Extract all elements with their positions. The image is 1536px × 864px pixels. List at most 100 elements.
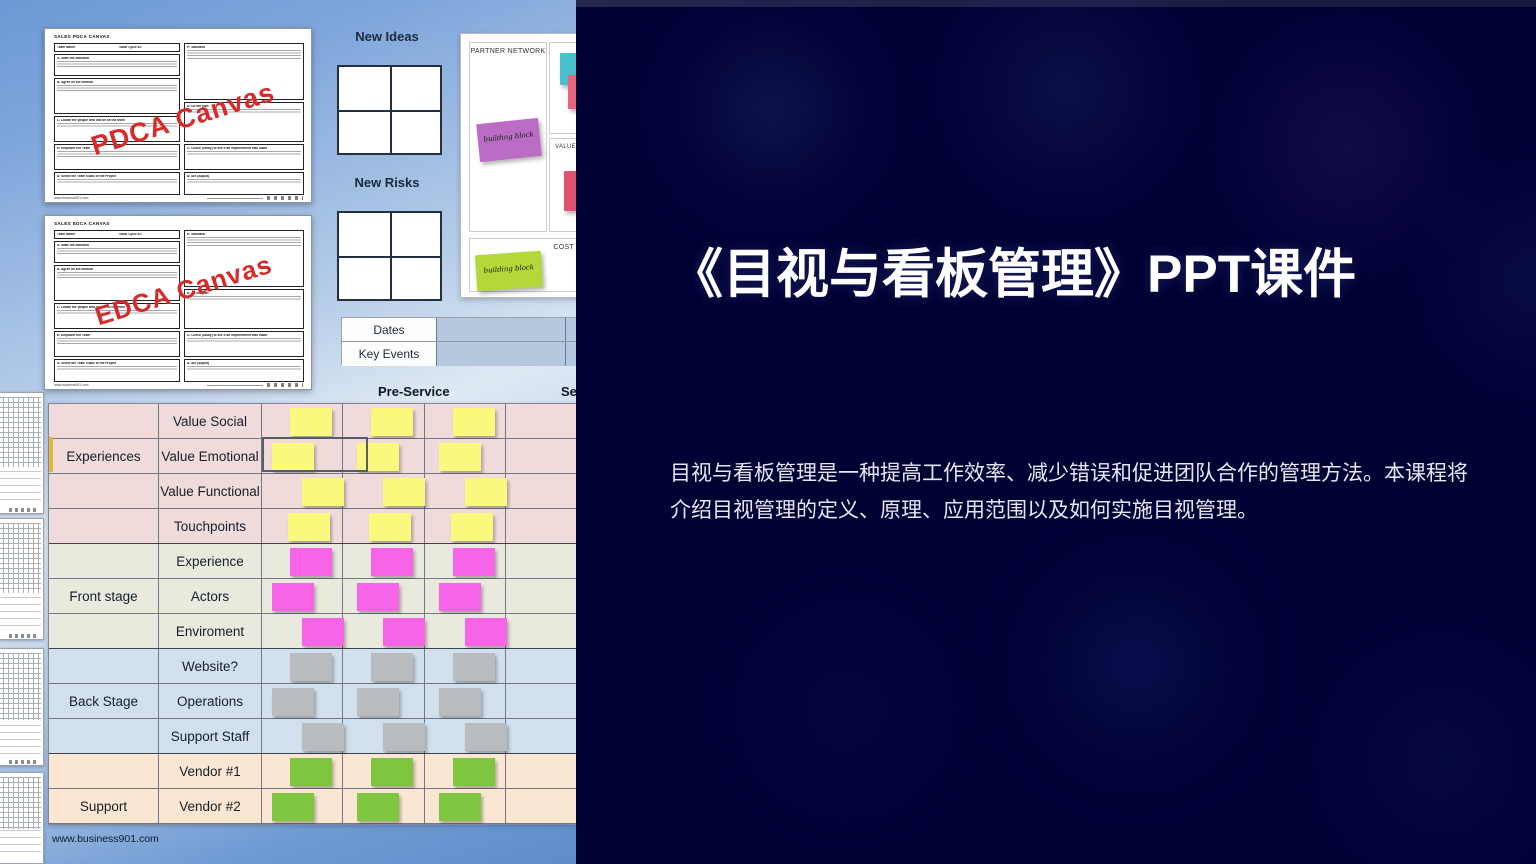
table-row[interactable]: Enviroment — [49, 614, 576, 649]
table-row[interactable]: Back Stage Operations — [49, 684, 576, 719]
sticky-note[interactable] — [371, 653, 414, 681]
sticky-note[interactable] — [452, 548, 495, 576]
sticky-note[interactable] — [452, 408, 495, 436]
sticky-note[interactable] — [371, 408, 414, 436]
sticky-note[interactable] — [302, 618, 344, 646]
blueprint-cell[interactable] — [262, 719, 344, 753]
sticky-note[interactable] — [464, 478, 507, 506]
table-row[interactable]: Experience — [49, 544, 576, 579]
blueprint-cell[interactable] — [506, 824, 576, 825]
sticky-note[interactable] — [290, 408, 332, 436]
blueprint-cell[interactable] — [425, 649, 506, 683]
blueprint-cell[interactable] — [425, 614, 507, 648]
sticky-note[interactable] — [452, 653, 495, 681]
blueprint-cell[interactable] — [506, 544, 576, 578]
sticky-note[interactable] — [383, 723, 426, 751]
blueprint-cell[interactable] — [425, 719, 507, 753]
blueprint-cell[interactable] — [343, 474, 426, 508]
blueprint-cell[interactable] — [506, 474, 576, 508]
blueprint-cell[interactable] — [506, 404, 576, 438]
blueprint-cell[interactable] — [506, 649, 576, 683]
blueprint-cell[interactable] — [506, 684, 576, 718]
blueprint-cell[interactable] — [425, 439, 506, 473]
blueprint-cell[interactable] — [343, 404, 425, 438]
table-row[interactable]: Budget — [49, 824, 576, 825]
sticky-note[interactable] — [357, 443, 400, 471]
blueprint-cell[interactable] — [506, 719, 576, 753]
blueprint-cell[interactable] — [262, 824, 343, 825]
sticky-note[interactable] — [272, 688, 314, 716]
blueprint-cell[interactable] — [262, 509, 344, 543]
blueprint-cell[interactable] — [343, 684, 425, 718]
sticky-note[interactable] — [383, 618, 426, 646]
blueprint-cell[interactable] — [425, 474, 507, 508]
sticky-note[interactable] — [357, 793, 400, 821]
blueprint-cell[interactable] — [262, 579, 344, 613]
sticky-note[interactable] — [369, 513, 412, 541]
blueprint-cell[interactable] — [262, 544, 344, 578]
sticky-note[interactable] — [371, 758, 414, 786]
blueprint-cell[interactable] — [262, 404, 344, 438]
sticky-note[interactable] — [438, 443, 481, 471]
sticky-note[interactable] — [272, 583, 314, 611]
blueprint-cell[interactable] — [425, 544, 506, 578]
sticky-note[interactable] — [357, 688, 400, 716]
sticky-note[interactable] — [272, 793, 314, 821]
blueprint-cell[interactable] — [343, 579, 425, 613]
blueprint-cell[interactable] — [262, 754, 344, 788]
blueprint-cell[interactable] — [262, 789, 344, 823]
blueprint-cell[interactable] — [506, 579, 576, 613]
blueprint-cell[interactable] — [506, 789, 576, 823]
blueprint-cell[interactable] — [343, 719, 426, 753]
blueprint-cell[interactable] — [262, 439, 344, 473]
blueprint-cell[interactable] — [425, 509, 506, 543]
sticky-note[interactable] — [438, 688, 481, 716]
sticky-note[interactable] — [290, 653, 332, 681]
sticky-note[interactable] — [272, 443, 314, 471]
blueprint-cell[interactable] — [343, 789, 425, 823]
blueprint-cell[interactable] — [425, 824, 506, 825]
blueprint-cell[interactable] — [343, 509, 425, 543]
blueprint-cell[interactable] — [425, 684, 506, 718]
table-row[interactable]: Value Social — [49, 404, 576, 439]
blueprint-cell[interactable] — [506, 614, 576, 648]
blueprint-cell[interactable] — [343, 439, 425, 473]
sticky-note[interactable] — [450, 513, 493, 541]
blueprint-cell[interactable] — [262, 684, 344, 718]
blueprint-cell[interactable] — [343, 649, 425, 683]
sticky-note[interactable] — [302, 723, 344, 751]
blueprint-cell[interactable] — [343, 754, 425, 788]
sticky-note[interactable] — [290, 548, 332, 576]
table-row[interactable]: Vendor #1 — [49, 754, 576, 789]
sticky-note[interactable] — [438, 583, 481, 611]
blueprint-cell[interactable] — [506, 439, 576, 473]
blueprint-cell[interactable] — [262, 649, 344, 683]
sticky-note[interactable] — [438, 793, 481, 821]
sticky-note[interactable] — [464, 618, 507, 646]
blueprint-cell[interactable] — [425, 754, 506, 788]
sticky-note[interactable] — [288, 513, 330, 541]
blueprint-cell[interactable] — [343, 614, 426, 648]
table-row[interactable]: Website? — [49, 649, 576, 684]
sticky-note[interactable] — [371, 548, 414, 576]
table-row[interactable]: Support Staff — [49, 719, 576, 754]
sticky-note[interactable] — [452, 758, 495, 786]
blueprint-cell[interactable] — [262, 474, 344, 508]
blueprint-cell[interactable] — [425, 579, 506, 613]
table-row[interactable]: Front stage Actors — [49, 579, 576, 614]
sticky-note[interactable] — [302, 478, 344, 506]
table-row[interactable]: Support Vendor #2 — [49, 789, 576, 824]
sticky-note[interactable] — [357, 583, 400, 611]
blueprint-cell[interactable] — [343, 544, 425, 578]
blueprint-cell[interactable] — [343, 824, 424, 825]
sticky-note[interactable] — [383, 478, 426, 506]
sticky-note[interactable] — [290, 758, 332, 786]
sticky-note[interactable] — [464, 723, 507, 751]
blueprint-cell[interactable] — [262, 614, 344, 648]
table-row[interactable]: Touchpoints — [49, 509, 576, 544]
table-row[interactable]: Experiences Value Emotional — [49, 439, 576, 474]
blueprint-cell[interactable] — [506, 754, 576, 788]
blueprint-cell[interactable] — [425, 404, 506, 438]
blueprint-cell[interactable] — [425, 789, 506, 823]
blueprint-cell[interactable] — [506, 509, 576, 543]
